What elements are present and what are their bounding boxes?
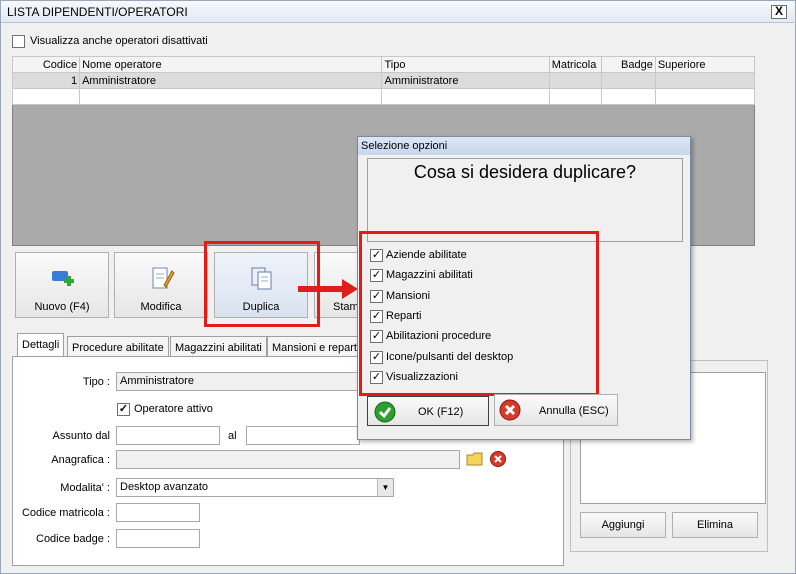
column-header[interactable]: Matricola — [548, 56, 602, 73]
print-button-label: Stam — [333, 301, 359, 313]
assunto-from-field[interactable] — [116, 426, 220, 445]
modalita-value: Desktop avanzato — [120, 481, 209, 493]
cell-tipo: Amministratore — [381, 72, 550, 89]
dialog-title-bar: Selezione opzioni — [358, 137, 690, 155]
tab-procedure[interactable]: Procedure abilitate — [67, 336, 169, 358]
new-button[interactable]: Nuovo (F4) — [15, 252, 109, 318]
edit-document-icon — [152, 267, 175, 289]
tipo-field: Amministratore — [116, 372, 360, 391]
modalita-select[interactable]: Desktop avanzato ▼ — [116, 478, 394, 497]
check-icon — [374, 401, 396, 423]
table-row[interactable]: 1 Amministratore Amministratore — [11, 72, 756, 89]
edit-button[interactable]: Modifica — [114, 252, 208, 318]
table-header: Codice Nome operatore Tipo Matricola Bad… — [11, 56, 756, 73]
new-user-icon — [52, 271, 74, 286]
operators-table: Codice Nome operatore Tipo Matricola Bad… — [11, 56, 756, 105]
dialog-title: Selezione opzioni — [361, 140, 448, 152]
column-header[interactable]: Nome operatore — [79, 56, 383, 73]
cell-nome: Amministratore — [79, 72, 383, 89]
arrow-right-icon — [298, 279, 358, 299]
matricola-label: Codice matricola : — [21, 507, 110, 519]
table-row-empty[interactable] — [11, 88, 756, 105]
cell-superiore — [654, 72, 756, 89]
assunto-label: Assunto dal — [52, 430, 110, 442]
anagrafica-label: Anagrafica : — [51, 454, 110, 466]
tab-magazzini[interactable]: Magazzini abilitati — [170, 336, 267, 358]
new-button-label: Nuovo (F4) — [34, 301, 90, 313]
anagrafica-field — [116, 450, 460, 469]
column-header[interactable]: Badge — [600, 56, 656, 73]
window-title: LISTA DIPENDENTI/OPERATORI — [7, 5, 188, 19]
active-label: Operatore attivo — [134, 403, 213, 415]
assunto-to-field[interactable] — [246, 426, 360, 445]
tipo-label: Tipo : — [82, 376, 110, 388]
clear-icon[interactable] — [489, 450, 507, 468]
badge-field[interactable] — [116, 529, 200, 548]
show-disabled-checkbox[interactable] — [12, 35, 25, 48]
al-label: al — [228, 430, 237, 442]
ok-label: OK (F12) — [418, 406, 464, 418]
column-header[interactable]: Tipo — [381, 56, 550, 73]
cell-codice: 1 — [11, 72, 81, 89]
dialog-question: Cosa si desidera duplicare? — [413, 162, 637, 182]
modalita-label: Modalita' : — [60, 482, 110, 494]
cancel-button[interactable]: Annulla (ESC) — [494, 394, 618, 426]
badge-label: Codice badge : — [36, 533, 110, 545]
ok-button[interactable]: OK (F12) — [367, 396, 489, 426]
matricola-field[interactable] — [116, 503, 200, 522]
folder-icon[interactable] — [466, 450, 484, 468]
cell-badge — [600, 72, 656, 89]
show-disabled-label: Visualizza anche operatori disattivati — [30, 35, 208, 47]
chevron-down-icon[interactable]: ▼ — [377, 479, 393, 496]
cancel-label: Annulla (ESC) — [539, 405, 609, 417]
options-highlight — [359, 231, 599, 396]
column-header[interactable]: Superiore — [654, 56, 756, 73]
column-header[interactable]: Codice — [11, 56, 81, 73]
delete-button[interactable]: Elimina — [672, 512, 758, 538]
tab-dettagli[interactable]: Dettagli — [17, 333, 65, 357]
tab-mansioni[interactable]: Mansioni e repart — [267, 336, 359, 358]
close-button[interactable]: X — [771, 5, 787, 19]
cancel-icon — [499, 399, 521, 421]
title-bar: LISTA DIPENDENTI/OPERATORI — [1, 1, 794, 23]
edit-button-label: Modifica — [140, 301, 182, 313]
cell-matricola — [548, 72, 602, 89]
active-checkbox[interactable]: ✓ — [117, 403, 130, 416]
add-button[interactable]: Aggiungi — [580, 512, 666, 538]
